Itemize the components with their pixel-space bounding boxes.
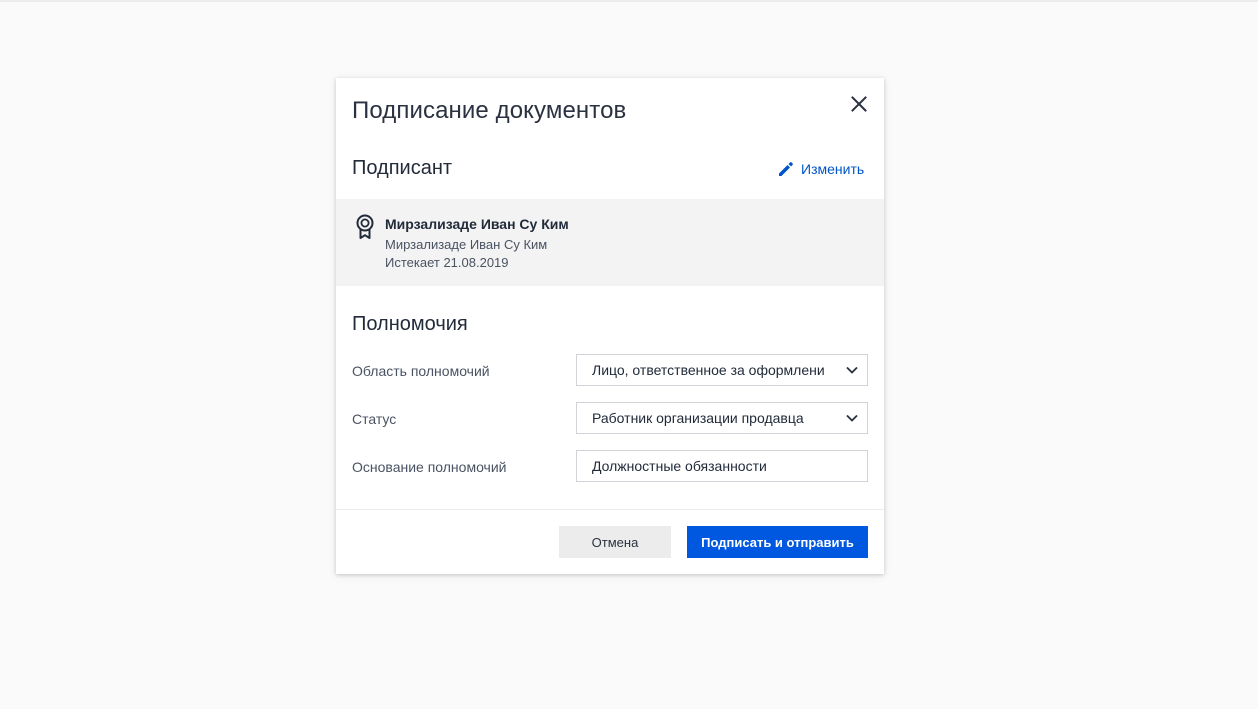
signer-section-title: Подписант xyxy=(352,157,453,179)
change-signer-label: Изменить xyxy=(801,161,865,177)
powers-section-title: Полномочия xyxy=(352,313,468,335)
signer-owner: Мирзализаде Иван Су Ким xyxy=(385,237,548,252)
scope-value: Лицо, ответственное за оформлени xyxy=(592,362,825,378)
close-icon xyxy=(851,96,867,112)
signer-expiry: Истекает 21.08.2019 xyxy=(385,255,509,270)
change-signer-link[interactable]: Изменить xyxy=(777,158,864,180)
scope-select[interactable]: Лицо, ответственное за оформлени xyxy=(576,354,868,386)
footer-divider xyxy=(336,509,884,510)
status-value: Работник организации продавца xyxy=(592,410,804,426)
scope-label: Область полномочий xyxy=(352,363,490,379)
status-select[interactable]: Работник организации продавца xyxy=(576,402,868,434)
sign-and-send-button[interactable]: Подписать и отправить xyxy=(687,526,868,558)
cancel-button[interactable]: Отмена xyxy=(559,526,671,558)
signer-card: Мирзализаде Иван Су Ким Мирзализаде Иван… xyxy=(336,199,884,286)
signer-name: Мирзализаде Иван Су Ким xyxy=(385,216,569,232)
certificate-icon xyxy=(356,214,374,239)
close-button[interactable] xyxy=(847,92,871,116)
pencil-icon xyxy=(779,162,793,176)
top-border xyxy=(0,0,1258,2)
chevron-down-icon xyxy=(837,355,867,385)
basis-label: Основание полномочий xyxy=(352,459,507,475)
dialog-title: Подписание документов xyxy=(352,97,627,124)
basis-input[interactable]: Должностные обязанности xyxy=(576,450,868,482)
basis-value: Должностные обязанности xyxy=(592,458,767,474)
sign-documents-dialog: Подписание документов Подписант Изменить… xyxy=(336,78,884,574)
status-label: Статус xyxy=(352,411,397,427)
chevron-down-icon xyxy=(837,403,867,433)
